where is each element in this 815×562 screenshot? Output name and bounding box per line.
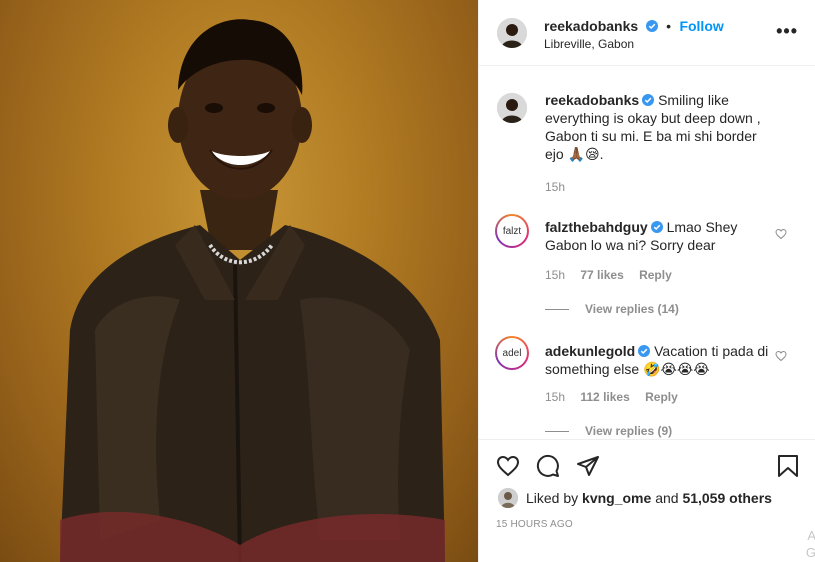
- comments-list[interactable]: reekadobanks Smiling like everything is …: [479, 67, 815, 439]
- more-options-icon[interactable]: •••: [776, 22, 798, 40]
- post-photo[interactable]: [0, 0, 478, 562]
- author-avatar[interactable]: [497, 18, 527, 48]
- divider-line: [545, 431, 569, 433]
- commenter-username[interactable]: falzthebahdguy: [545, 219, 648, 235]
- caption-avatar[interactable]: [497, 93, 527, 123]
- edge-text-g: G: [805, 545, 815, 560]
- comment-meta: 15h 77 likes Reply: [545, 268, 684, 282]
- commenter-avatar[interactable]: adel: [495, 336, 529, 370]
- verified-badge-icon: [645, 20, 658, 32]
- comment-likes[interactable]: 77 likes: [580, 268, 623, 282]
- likes-count[interactable]: 51,059 others: [682, 490, 772, 506]
- post-header: reekadobanks • Follow Libreville, Gabon …: [479, 0, 815, 66]
- commenter-avatar[interactable]: falzt: [495, 214, 529, 248]
- caption-time[interactable]: 15h: [545, 180, 565, 194]
- caption-body: reekadobanks Smiling like everything is …: [545, 91, 775, 163]
- commenter-username[interactable]: adekunlegold: [545, 343, 635, 359]
- post-location[interactable]: Libreville, Gabon: [544, 37, 634, 51]
- commenter-avatar-text: adel: [497, 338, 527, 368]
- view-replies-label: View replies (9): [585, 424, 673, 438]
- liker-avatar[interactable]: [498, 488, 518, 508]
- author-username[interactable]: reekadobanks: [544, 18, 638, 34]
- separator-dot: •: [666, 18, 671, 34]
- comment-time[interactable]: 15h: [545, 268, 565, 282]
- post-details-panel: reekadobanks • Follow Libreville, Gabon …: [478, 0, 815, 562]
- comment-meta: 15h 112 likes Reply: [545, 390, 690, 404]
- verified-badge-icon: [642, 94, 655, 106]
- view-replies-label: View replies (14): [585, 302, 679, 316]
- portrait-illustration: [60, 19, 445, 562]
- comment-time[interactable]: 15h: [545, 390, 565, 404]
- edge-text-a: A: [807, 528, 815, 543]
- and-label: and: [655, 490, 679, 506]
- view-replies-button[interactable]: View replies (14): [545, 302, 679, 316]
- heart-icon[interactable]: [775, 350, 787, 362]
- liked-by-prefix: Liked by: [526, 490, 579, 506]
- follow-button[interactable]: Follow: [679, 18, 723, 34]
- bookmark-icon[interactable]: [777, 454, 799, 478]
- reply-button[interactable]: Reply: [639, 268, 672, 282]
- heart-icon[interactable]: [775, 228, 787, 240]
- actions-bar: Liked by kvng_ome and 51,059 others 15 H…: [479, 439, 815, 562]
- comment-body: falzthebahdguy Lmao Shey Gabon lo wa ni?…: [545, 218, 775, 254]
- post-time-ago[interactable]: 15 HOURS AGO: [496, 519, 573, 530]
- commenter-avatar-text: falzt: [497, 216, 527, 246]
- likes-summary: Liked by kvng_ome and 51,059 others: [498, 488, 772, 508]
- caption-meta: 15h: [545, 180, 577, 194]
- divider-line: [545, 309, 569, 311]
- comment-likes[interactable]: 112 likes: [580, 390, 629, 404]
- reply-button[interactable]: Reply: [645, 390, 678, 404]
- author-line: reekadobanks • Follow: [544, 18, 724, 36]
- comment-body: adekunlegold Vacation ti pada di somethi…: [545, 342, 775, 378]
- share-icon[interactable]: [576, 454, 600, 478]
- caption-username[interactable]: reekadobanks: [545, 92, 639, 108]
- view-replies-button[interactable]: View replies (9): [545, 424, 672, 438]
- heart-icon[interactable]: [496, 454, 520, 478]
- liked-by-user[interactable]: kvng_ome: [582, 490, 651, 506]
- comment-icon[interactable]: [536, 454, 560, 478]
- verified-badge-icon: [638, 345, 651, 357]
- verified-badge-icon: [650, 221, 663, 233]
